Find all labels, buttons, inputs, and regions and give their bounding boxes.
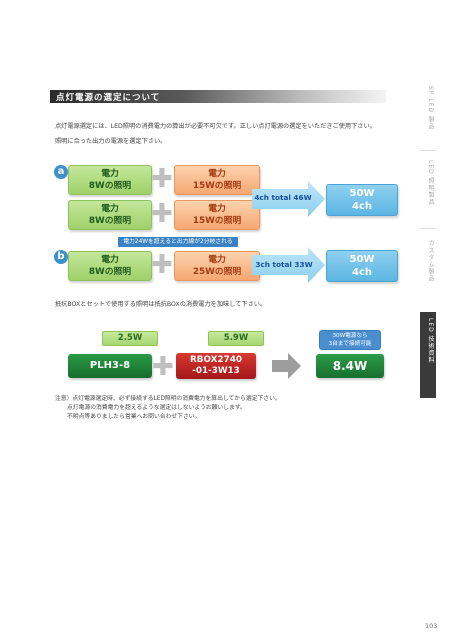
c-capacity-note: 30W電源なら 3台まで接続可能 (319, 330, 381, 350)
a-row1-orange-line2: 15Wの照明 (192, 181, 242, 191)
arrow-right-icon (272, 353, 301, 379)
c-item-rbox: RBOX2740 -01-3W13 (176, 353, 256, 379)
b-result-line2: 4ch (351, 267, 372, 278)
b-green-line1: 電力 (101, 255, 119, 265)
c-item-plh: PLH3-8 (68, 354, 152, 378)
a-row2-green-box: 電力 8Wの照明 (68, 200, 152, 230)
note-line-1: 注意）点灯電源選定時、必ず接続するLED照明の消費電力を算出してから選定下さい。 (55, 396, 281, 402)
b-result-line1: 50W (349, 254, 375, 265)
a-row1-green-box: 電力 8Wの照明 (68, 165, 152, 195)
b-green-box: 電力 8Wの照明 (68, 251, 152, 281)
a-row1-green-line1: 電力 (101, 169, 119, 179)
b-result-box: 50W 4ch (326, 250, 398, 282)
a-row1-green-line2: 8Wの照明 (88, 181, 132, 191)
intro-line-1: 点灯電源選定には、LED照明の消費電力の算出が必要不可欠です。正しい点灯電源の選… (55, 123, 376, 130)
a-row1-orange-box: 電力 15Wの照明 (174, 165, 260, 195)
plus-icon: ✚ (151, 164, 173, 194)
c-item-rbox-line1: RBOX2740 (190, 355, 242, 365)
b-total-label: 3ch total 33W (255, 260, 313, 269)
a-row2-orange-box: 電力 15Wの照明 (174, 200, 260, 230)
a-row1-orange-line1: 電力 (208, 169, 226, 179)
c-cap-1: 2.5W (102, 331, 158, 346)
plus-icon: ✚ (151, 250, 173, 280)
b-orange-line2: 25Wの照明 (192, 267, 242, 277)
side-tab-custom[interactable]: カスタム製品 (421, 240, 435, 282)
plus-icon: ✚ (151, 199, 173, 229)
side-tab-divider (420, 150, 436, 151)
a-total-label: 4ch total 46W (254, 193, 312, 202)
note-line-3: 不明点等ありましたら営業へお問い合わせ下さい。 (67, 414, 201, 420)
page-number: 103 (425, 622, 438, 630)
b-orange-line1: 電力 (208, 255, 226, 265)
c-cap-2: 5.9W (208, 331, 264, 346)
example-b-label: b (54, 250, 68, 264)
note-line-2: 点灯電源の消費電力を超えるような選定はしないようお願いします。 (67, 405, 246, 411)
a-result-line1: 50W (349, 188, 375, 199)
branch-banner: 電力24Wを超えると出力線が2分岐される (118, 237, 238, 247)
resistor-note: 抵抗BOXとセットで使用する照明は抵抗BOXの消費電力を加味して下さい。 (55, 301, 267, 308)
a-result-line2: 4ch (351, 201, 372, 212)
a-row2-green-line2: 8Wの照明 (88, 216, 132, 226)
intro-line-2: 照明に合った出力の電源を選定下さい。 (55, 138, 167, 145)
a-result-box: 50W 4ch (326, 184, 398, 216)
a-row2-orange-line2: 15Wの照明 (192, 216, 242, 226)
side-tab-led-lighting[interactable]: LED 照明製品 (421, 160, 435, 206)
side-tab-divider (420, 228, 436, 229)
b-orange-box: 電力 25Wの照明 (174, 251, 260, 281)
example-a-label: a (54, 165, 68, 179)
c-result-box: 8.4W (316, 354, 384, 378)
side-tab-led-tech[interactable]: LED 技術資料 (421, 318, 435, 364)
a-row2-green-line1: 電力 (101, 204, 119, 214)
a-row2-orange-line1: 電力 (208, 204, 226, 214)
section-title: 点灯電源の選定について (56, 93, 161, 103)
b-green-line2: 8Wの照明 (88, 267, 132, 277)
plus-icon: ✚ (152, 352, 174, 382)
c-capacity-note-line1: 30W電源なら (332, 333, 368, 339)
c-capacity-note-line2: 3台まで接続可能 (328, 341, 372, 347)
c-item-rbox-line2: -01-3W13 (192, 366, 240, 376)
side-tab-sp-led[interactable]: SP LED 製品 (421, 86, 435, 130)
